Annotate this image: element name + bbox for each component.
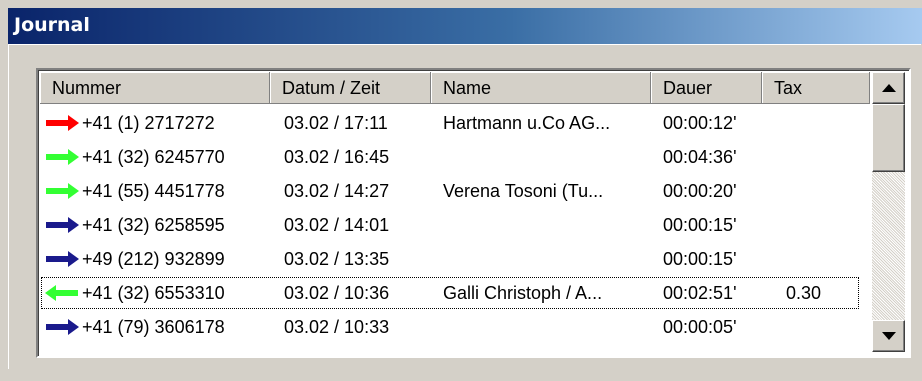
cell-nummer: +41 (1) 2717272 — [82, 113, 215, 133]
cell-nummer: +41 (32) 6553310 — [82, 283, 225, 303]
arrow-right-icon — [46, 217, 79, 233]
scroll-thumb[interactable] — [872, 104, 905, 172]
cell-datum-zeit: 03.02 / 13:35 — [284, 249, 390, 269]
scroll-down-button[interactable] — [872, 320, 905, 352]
table-row[interactable]: +41 (55) 4451778 03.02 / 14:27 Verena Toso… — [40, 174, 860, 208]
cell-nummer: +41 (79) 3606178 — [82, 317, 225, 337]
cell-dauer: 00:00:15' — [663, 249, 737, 269]
scroll-up-button[interactable] — [872, 72, 905, 104]
cell-dauer: 00:00:12' — [663, 113, 737, 133]
window-title: Journal — [14, 14, 90, 36]
table-row[interactable]: +49 (212) 932899 03.02 / 13:35 00:00:15' — [40, 242, 860, 276]
column-header-nummer[interactable]: Nummer — [40, 72, 270, 104]
table-row[interactable]: +41 (79) 3606178 03.02 / 10:33 00:00:05' — [40, 310, 860, 344]
cell-datum-zeit: 03.02 / 16:45 — [284, 147, 390, 167]
cell-dauer: 00:02:51' — [663, 283, 737, 303]
cell-name: Galli Christoph / A... — [443, 283, 603, 303]
cell-dauer: 00:00:15' — [663, 215, 737, 235]
table-row[interactable]: +41 (1) 2717272 03.02 / 17:11 Hartmann u.C… — [40, 106, 860, 140]
cell-nummer: +41 (32) 6245770 — [82, 147, 225, 167]
table-row[interactable]: +41 (32) 6553310 03.02 / 10:36 Galli Chris… — [40, 276, 860, 310]
cell-name: Hartmann u.Co AG... — [443, 113, 611, 133]
arrow-right-icon — [46, 319, 79, 335]
cell-dauer: 00:04:36' — [663, 147, 737, 167]
column-header-tax[interactable]: Tax — [762, 72, 870, 104]
scroll-down-arrow-icon — [882, 332, 896, 340]
column-header-dauer[interactable]: Dauer — [651, 72, 762, 104]
arrow-right-icon — [46, 251, 79, 267]
cell-nummer: +41 (55) 4451778 — [82, 181, 225, 201]
cell-dauer: 00:00:20' — [663, 181, 737, 201]
arrow-right-icon — [46, 115, 79, 131]
arrow-right-icon — [46, 149, 79, 165]
cell-tax: 0.30 — [786, 283, 822, 303]
call-journal-list[interactable]: Nummer Datum / Zeit Name Dauer Tax +41 (… — [36, 68, 911, 358]
scroll-up-arrow-icon — [882, 84, 896, 92]
cell-name: Verena Tosoni (Tu... — [443, 181, 604, 201]
arrow-left-icon — [45, 285, 78, 301]
cell-datum-zeit: 03.02 / 10:33 — [284, 317, 390, 337]
cell-datum-zeit: 03.02 / 14:27 — [284, 181, 390, 201]
cell-nummer: +41 (32) 6258595 — [82, 215, 225, 235]
cell-datum-zeit: 03.02 / 10:36 — [284, 283, 390, 303]
cell-dauer: 00:00:05' — [663, 317, 737, 337]
column-header-datum-zeit[interactable]: Datum / Zeit — [270, 72, 431, 104]
journal-window: Journal Nummer Datum / Zeit Name Dauer T… — [0, 0, 922, 381]
vertical-scrollbar[interactable] — [872, 72, 905, 352]
arrow-right-icon — [46, 183, 79, 199]
cell-datum-zeit: 03.02 / 14:01 — [284, 215, 390, 235]
cell-datum-zeit: 03.02 / 17:11 — [284, 113, 388, 133]
table-row[interactable]: +41 (32) 6245770 03.02 / 16:45 00:04:36' — [40, 140, 860, 174]
column-header-name[interactable]: Name — [431, 72, 651, 104]
cell-nummer: +49 (212) 932899 — [82, 249, 225, 269]
title-bar[interactable]: Journal — [8, 8, 922, 44]
list-header: Nummer Datum / Zeit Name Dauer Tax — [40, 72, 870, 106]
table-row[interactable]: +41 (32) 6258595 03.02 / 14:01 00:00:15' — [40, 208, 860, 242]
